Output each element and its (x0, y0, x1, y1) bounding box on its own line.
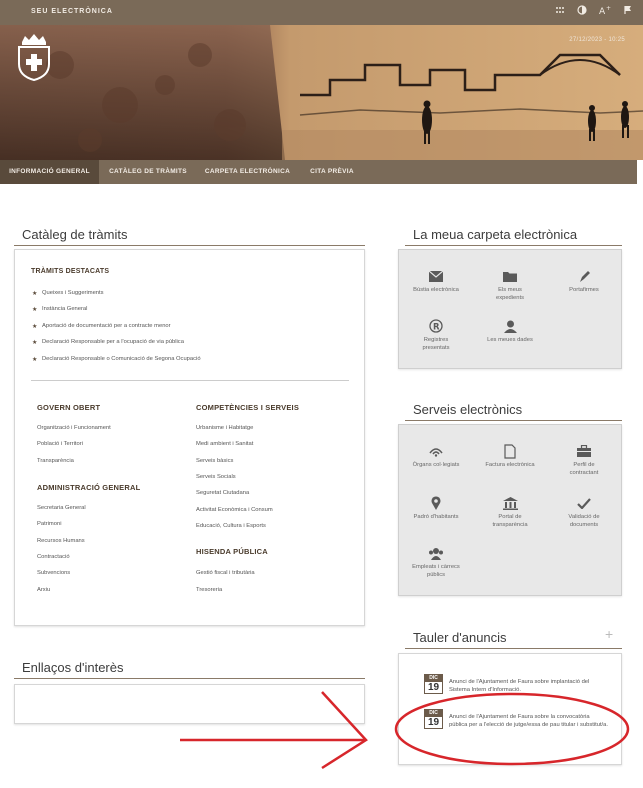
annotation-ellipse (394, 692, 630, 766)
annotation-overlay (180, 691, 630, 770)
annotation-arrow-head (321, 691, 368, 770)
